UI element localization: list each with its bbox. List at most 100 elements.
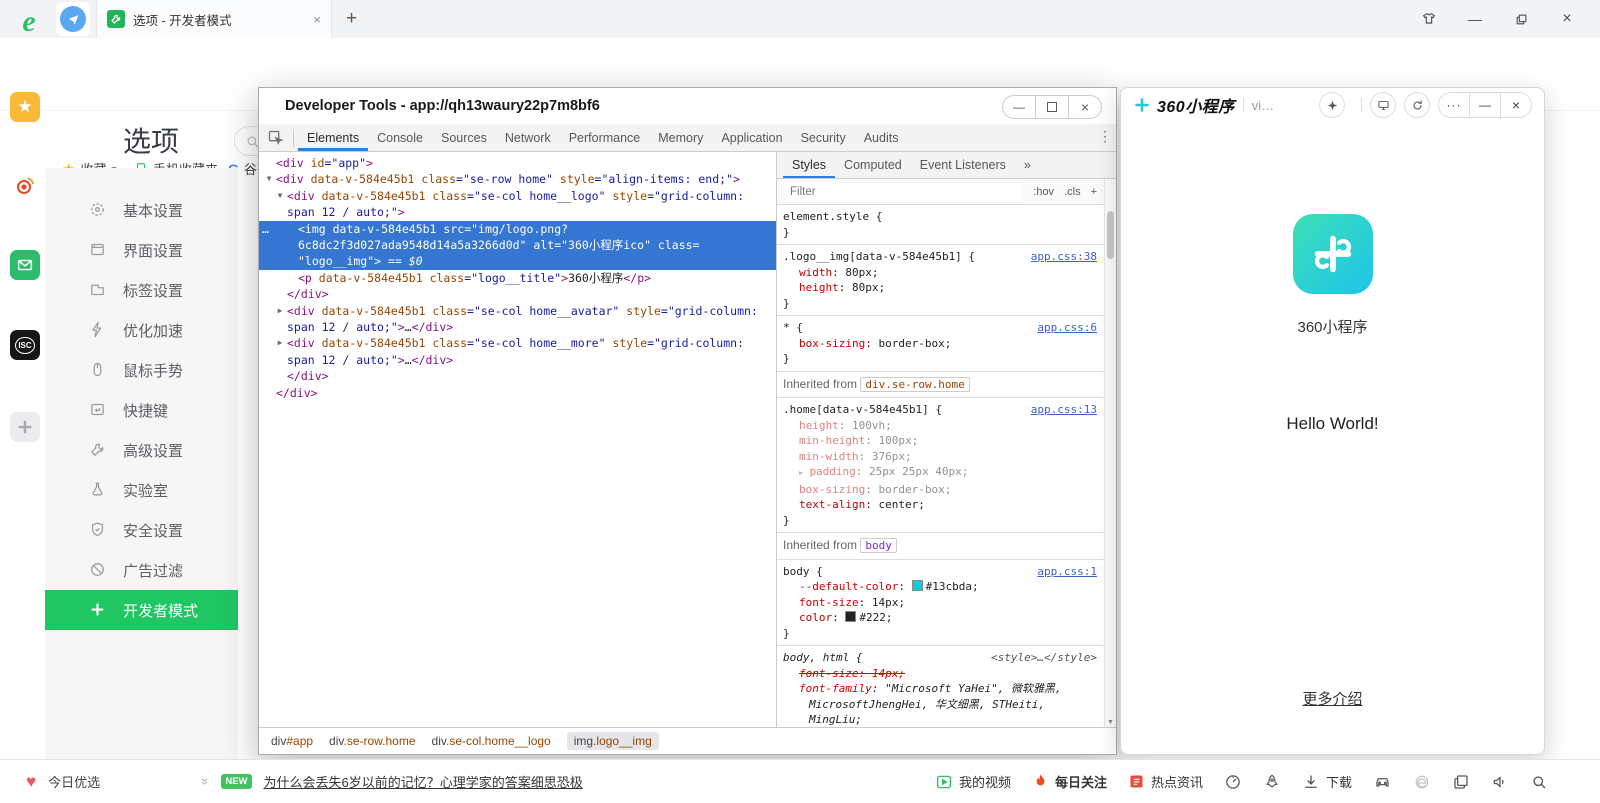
- css-declaration[interactable]: box-sizing: border-box;: [783, 482, 1097, 498]
- sidebar-item-wrench[interactable]: 高级设置: [45, 430, 238, 470]
- css-declaration[interactable]: font-size: 14px;: [783, 595, 1097, 611]
- css-source-link[interactable]: <style>…</style>: [991, 650, 1097, 666]
- elements-tree-line[interactable]: </div>: [259, 385, 776, 401]
- miniapp-store-icon[interactable]: [10, 412, 40, 442]
- devtools-tab-network[interactable]: Network: [496, 124, 560, 151]
- elements-tree-line[interactable]: span 12 / auto;">…</div>: [259, 319, 776, 335]
- close-icon[interactable]: ×: [1500, 93, 1531, 117]
- styles-pane-tab-2[interactable]: Event Listeners: [911, 152, 1015, 178]
- css-selector[interactable]: body, html: [783, 651, 849, 664]
- inspect-element-icon[interactable]: [267, 129, 285, 147]
- elements-tree-line[interactable]: ▼<div data-v-584e45b1 class="se-col home…: [259, 188, 776, 204]
- minimize-icon[interactable]: —: [1469, 93, 1500, 117]
- screen-share-icon[interactable]: [1370, 92, 1396, 118]
- css-source-link[interactable]: app.css:38: [1031, 249, 1097, 265]
- devtools-titlebar[interactable]: Developer Tools - app://qh13waury22p7m8b…: [259, 88, 1116, 124]
- elements-tree-line[interactable]: span 12 / auto;">: [259, 204, 776, 220]
- css-declaration[interactable]: text-align: center;: [783, 497, 1097, 513]
- css-declaration[interactable]: min-width: 376px;: [783, 449, 1097, 465]
- breadcrumb-item[interactable]: img.logo__img: [567, 732, 659, 750]
- css-selector[interactable]: element.style: [783, 210, 869, 223]
- styles-scrollbar[interactable]: ▼: [1104, 179, 1116, 728]
- css-declaration[interactable]: height: 100vh;: [783, 418, 1097, 434]
- sidebar-item-miniapp[interactable]: 开发者模式: [45, 590, 238, 630]
- overflow-dots-icon[interactable]: …: [262, 221, 270, 237]
- styles-pane-tab-1[interactable]: Computed: [835, 152, 911, 178]
- sidebar-item-mouse[interactable]: 鼠标手势: [45, 350, 238, 390]
- color-swatch[interactable]: [912, 580, 923, 591]
- locate-icon[interactable]: [1319, 92, 1345, 118]
- css-selector[interactable]: *: [783, 321, 790, 334]
- favorites-app-icon[interactable]: ★: [10, 92, 40, 122]
- styles-toggle-0[interactable]: :hov: [1033, 186, 1054, 198]
- breadcrumb-item[interactable]: div#app: [271, 734, 313, 748]
- more-options-icon[interactable]: ···: [1439, 93, 1469, 117]
- elements-tree-line[interactable]: </div>: [259, 286, 776, 302]
- css-declaration[interactable]: height: 80px;: [783, 280, 1097, 296]
- elements-tree-line[interactable]: <div id="app">: [259, 155, 776, 171]
- close-icon[interactable]: ×: [1544, 10, 1590, 28]
- expanded-arrow-icon[interactable]: ▼: [275, 188, 285, 204]
- elements-tree-line[interactable]: <p data-v-584e45b1 class="logo__title">3…: [259, 270, 776, 286]
- css-selector[interactable]: .logo__img[data-v-584e45b1]: [783, 250, 962, 263]
- elements-tree-line[interactable]: ▶<div data-v-584e45b1 class="se-col home…: [259, 303, 776, 319]
- refresh-icon[interactable]: [1404, 92, 1430, 118]
- scrollbar-thumb[interactable]: [1107, 211, 1114, 259]
- elements-tree-line[interactable]: "logo__img"> == $0: [259, 253, 776, 269]
- css-declaration[interactable]: ▶ padding: 25px 25px 40px;: [783, 464, 1097, 482]
- isc-app-icon[interactable]: ISC: [10, 330, 40, 360]
- sidebar-item-flask[interactable]: 实验室: [45, 470, 238, 510]
- css-source-link[interactable]: app.css:1: [1037, 564, 1097, 580]
- user-avatar[interactable]: [56, 2, 90, 36]
- sidebar-item-adblock[interactable]: 广告过滤: [45, 550, 238, 590]
- elements-tree-line[interactable]: </div>: [259, 368, 776, 384]
- tab-close-icon[interactable]: ×: [313, 12, 321, 27]
- statusbar-item-rocket[interactable]: [1263, 773, 1281, 791]
- statusbar-item-car[interactable]: [1373, 772, 1392, 791]
- devtools-tab-application[interactable]: Application: [712, 124, 791, 151]
- collapsed-arrow-icon[interactable]: ▶: [275, 335, 285, 351]
- minimize-icon[interactable]: —: [1452, 11, 1498, 27]
- devtools-tab-elements[interactable]: Elements: [298, 124, 368, 151]
- css-declaration[interactable]: font-size: 14px;: [783, 666, 1097, 682]
- elements-tree-line[interactable]: …<img data-v-584e45b1 src="img/logo.png?: [259, 221, 776, 237]
- elements-tree-line[interactable]: ▶<div data-v-584e45b1 class="se-col home…: [259, 335, 776, 351]
- miniapp-header[interactable]: 360小程序 vi… ··· — ×: [1121, 88, 1544, 122]
- css-declaration[interactable]: color: #222;: [783, 610, 1097, 626]
- statusbar-item-multiwindow[interactable]: [1452, 773, 1470, 791]
- elements-tree-line[interactable]: 6c8dc2f3d027ada9548d14a5a3266d0d" alt="3…: [259, 237, 776, 253]
- elements-tree-line[interactable]: span 12 / auto;">…</div>: [259, 352, 776, 368]
- statusbar-item-download[interactable]: 下载: [1302, 772, 1352, 791]
- css-source-link[interactable]: app.css:13: [1031, 402, 1097, 418]
- new-tab-button[interactable]: +: [346, 8, 357, 30]
- css-selector[interactable]: .home[data-v-584e45b1]: [783, 403, 929, 416]
- expanded-arrow-icon[interactable]: ▼: [264, 171, 274, 187]
- devtools-tab-security[interactable]: Security: [792, 124, 855, 151]
- close-icon[interactable]: ×: [1068, 96, 1101, 118]
- devtools-tab-console[interactable]: Console: [368, 124, 432, 151]
- devtools-tab-performance[interactable]: Performance: [560, 124, 650, 151]
- css-declaration[interactable]: --default-color: #13cbda;: [783, 579, 1097, 595]
- daily-picks-label[interactable]: 今日优选: [48, 772, 100, 791]
- devtools-tab-memory[interactable]: Memory: [649, 124, 712, 151]
- browser-tab[interactable]: 选项 - 开发者模式 ×: [96, 0, 332, 38]
- css-declaration[interactable]: box-sizing: border-box;: [783, 336, 1097, 352]
- inherited-node-chip[interactable]: body: [860, 538, 897, 553]
- collapsed-arrow-icon[interactable]: ▶: [275, 303, 285, 319]
- sidebar-item-shield[interactable]: 安全设置: [45, 510, 238, 550]
- sidebar-item-bolt[interactable]: 优化加速: [45, 310, 238, 350]
- breadcrumb-item[interactable]: div.se-row.home: [329, 734, 415, 748]
- maximize-icon[interactable]: [1035, 96, 1068, 118]
- statusbar-item-play-video[interactable]: 我的视频: [935, 772, 1011, 791]
- styles-filter-input[interactable]: [785, 183, 1023, 201]
- css-declaration[interactable]: min-height: 100px;: [783, 433, 1097, 449]
- styles-toggle-2[interactable]: +: [1091, 186, 1097, 198]
- breadcrumb-item[interactable]: div.se-col.home__logo: [432, 734, 551, 748]
- statusbar-item-search[interactable]: [1530, 773, 1548, 791]
- mail-app-icon[interactable]: [10, 250, 40, 280]
- styles-toggle-1[interactable]: .cls: [1064, 186, 1081, 198]
- inherited-node-chip[interactable]: div.se-row.home: [860, 377, 969, 392]
- devtools-tab-sources[interactable]: Sources: [432, 124, 496, 151]
- statusbar-item-speaker[interactable]: [1491, 773, 1509, 791]
- minimize-icon[interactable]: —: [1003, 96, 1035, 118]
